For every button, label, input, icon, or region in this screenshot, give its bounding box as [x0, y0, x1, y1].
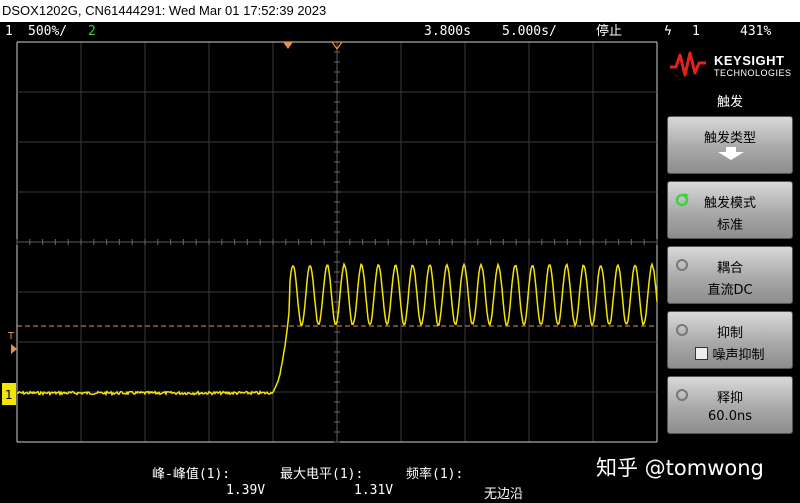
graticule [16, 41, 658, 443]
softkey-label: 释抑 [716, 391, 743, 406]
ch1-scale[interactable]: 500%/ [28, 22, 67, 41]
trigger-source[interactable]: 1 [692, 22, 700, 41]
softkey-trigger-type[interactable]: 触发类型 [667, 116, 793, 174]
softkey-label: 抑制 [716, 326, 743, 341]
softkey-value: 噪声抑制 [668, 344, 792, 363]
softkey-label: 触发模式 [703, 196, 756, 211]
run-state[interactable]: 停止 [596, 22, 622, 41]
keysight-wave-icon [670, 51, 706, 77]
measure-label-freq: 频率(1): [406, 467, 464, 482]
channel1-marker-label: 1 [5, 388, 13, 402]
brand-name: KEYSIGHT [714, 53, 785, 68]
brand-sub: TECHNOLOGIES [714, 68, 792, 78]
waveform-display[interactable]: T 1 [0, 41, 660, 443]
ch2-number[interactable]: 2 [88, 22, 96, 41]
menu-title: 触发 [716, 95, 743, 110]
trigger-level[interactable]: 431% [740, 22, 771, 41]
softkey-reject[interactable]: 抑制 噪声抑制 [667, 311, 793, 369]
softkey-value: 60.0ns [708, 409, 752, 424]
measure-label-max: 最大电平(1): [280, 467, 364, 482]
measure-label-pkpk: 峰-峰值(1): [152, 467, 231, 482]
softkey-value: 标准 [716, 218, 743, 233]
status-bar: 1 500%/ 2 3.800s 5.000s/ 停止 ϟ 1 431% [0, 22, 800, 41]
measure-value-max: 1.31V [354, 483, 394, 498]
softkey-value: 直流DC [707, 283, 753, 298]
softkey-label: 触发类型 [703, 131, 756, 146]
window-title: DSOX1202G, CN61444291: Wed Mar 01 17:52:… [0, 0, 800, 22]
measure-value-pkpk: 1.39V [226, 483, 266, 498]
time-delay[interactable]: 3.800s [424, 22, 471, 41]
softkey-label: 耦合 [716, 261, 743, 276]
trigger-edge-icon: ϟ [664, 24, 672, 39]
time-scale[interactable]: 5.000s/ [502, 22, 557, 41]
waveform-svg: T 1 [2, 41, 658, 443]
noise-reject-label: 噪声抑制 [712, 348, 765, 363]
noise-reject-checkbox[interactable] [695, 347, 709, 360]
dropdown-arrow-icon [718, 147, 744, 160]
softkey-panel: KEYSIGHT TECHNOLOGIES 触发 触发类型 触发模式 标准 耦合… [660, 41, 800, 503]
softkey-coupling[interactable]: 耦合 直流DC [667, 246, 793, 304]
softkey-holdoff[interactable]: 释抑 60.0ns [667, 376, 793, 434]
trigger-position-marker [283, 42, 293, 49]
measurement-bar: 峰-峰值(1): 1.39V 最大电平(1): 1.31V 频率(1): 无边沿 [0, 463, 660, 503]
ch1-number[interactable]: 1 [5, 22, 13, 41]
softkey-trigger-mode[interactable]: 触发模式 标准 [667, 181, 793, 239]
trigger-level-arrow [11, 344, 17, 354]
keysight-logo: KEYSIGHT TECHNOLOGIES [668, 49, 798, 89]
measure-value-freq: 无边沿 [484, 487, 524, 502]
trigger-marker-label: T [7, 331, 15, 342]
watermark: 知乎 @tomwong [596, 456, 764, 480]
